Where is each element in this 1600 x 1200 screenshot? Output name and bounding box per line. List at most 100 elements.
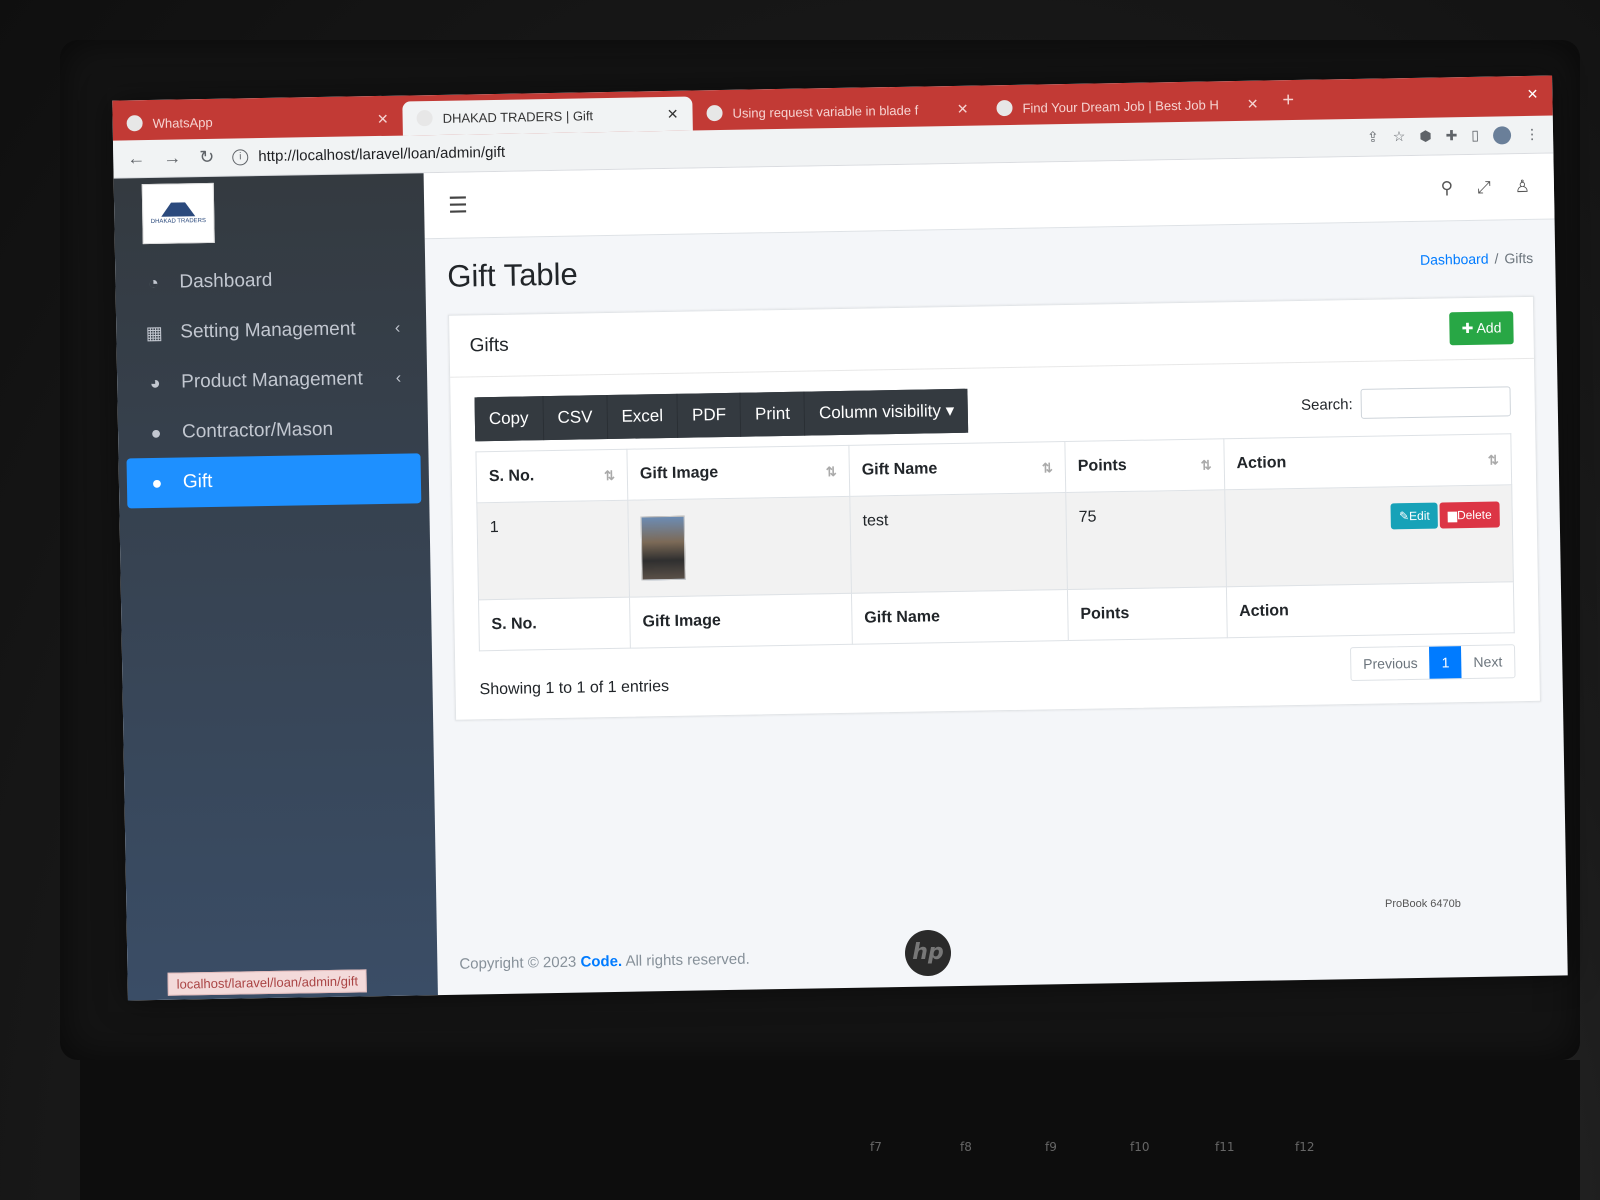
sidebar-item-label: Setting Management (180, 318, 356, 343)
window-close-icon[interactable]: ✕ (1526, 86, 1538, 103)
extension-icon[interactable]: ⬢ (1419, 127, 1432, 145)
f11-key: f11 (1215, 1140, 1235, 1154)
expand-icon[interactable]: ⤢ (1477, 177, 1491, 197)
column-header-points[interactable]: Points ⇅ (1064, 438, 1225, 493)
close-icon[interactable]: ✕ (667, 105, 679, 122)
brand-logo[interactable]: DHAKAD TRADERS (141, 182, 215, 245)
breadcrumb-current: Gifts (1504, 249, 1534, 267)
reload-icon[interactable]: ↻ (199, 147, 214, 168)
browser-tab[interactable]: Using request variable in blade f ✕ (692, 91, 983, 130)
column-header-label: Points (1077, 456, 1127, 475)
hp-logo: hp (905, 930, 951, 976)
excel-button[interactable]: Excel (607, 393, 679, 440)
user-icon: ● (150, 422, 162, 443)
sort-icon: ⇅ (1200, 457, 1212, 473)
cell-sno: 1 (476, 500, 630, 600)
copy-button[interactable]: Copy (474, 396, 544, 442)
sidebar-item-label: Contractor/Mason (181, 418, 334, 443)
brand: DHAKAD TRADERS (114, 173, 425, 248)
sidebar: DHAKAD TRADERS ◔ Dashboard ▦ Setting Man… (113, 173, 438, 1001)
whatsapp-icon (126, 115, 143, 132)
column-header-label: Gift Name (861, 460, 938, 479)
sidebar-item-dashboard[interactable]: ◔ Dashboard (123, 253, 418, 308)
close-icon[interactable]: ✕ (1247, 95, 1259, 112)
chevron-left-icon: ‹ (394, 319, 401, 337)
forward-arrow-icon[interactable]: → (163, 147, 181, 168)
admin-app: DHAKAD TRADERS ◔ Dashboard ▦ Setting Man… (113, 153, 1568, 1001)
add-button-label: Add (1476, 319, 1502, 336)
close-icon[interactable]: ✕ (377, 110, 389, 127)
delete-label: Delete (1456, 507, 1492, 523)
pagination-next[interactable]: Next (1461, 645, 1514, 678)
footer-header-sno: S. No. (478, 597, 631, 651)
f8-key: f8 (960, 1140, 972, 1154)
column-header-label: Gift Image (639, 464, 719, 483)
puzzle-icon[interactable]: ✚ (1445, 127, 1457, 145)
column-header-sno[interactable]: S. No. ⇅ (475, 449, 628, 503)
browser-tab-active[interactable]: DHAKAD TRADERS | Gift ✕ (402, 96, 693, 136)
breadcrumb-dashboard-link[interactable]: Dashboard (1420, 251, 1489, 268)
cell-gift-image (627, 496, 852, 598)
table-info: Showing 1 to 1 of 1 entries (479, 678, 670, 699)
topnav-spacer (468, 188, 1417, 205)
column-visibility-button[interactable]: Column visibility ▾ (804, 388, 969, 436)
sidebar-item-label: Product Management (180, 368, 364, 393)
pdf-button[interactable]: PDF (677, 392, 742, 438)
export-button-group: Copy CSV Excel PDF Print Column visibili… (474, 388, 969, 442)
pagination-page[interactable]: 1 (1429, 646, 1462, 679)
sidebar-item-product-management[interactable]: ◕ Product Management ‹ (125, 353, 420, 408)
add-gift-button[interactable]: ✚ Add (1449, 311, 1514, 346)
delete-button[interactable]: ▆Delete (1439, 501, 1500, 529)
search-icon[interactable]: ⚲ (1440, 178, 1453, 198)
sort-icon: ⇅ (603, 467, 616, 484)
gift-thumbnail-image[interactable] (640, 515, 686, 581)
hamburger-menu-icon[interactable]: ☰ (448, 192, 468, 218)
kebab-menu-icon[interactable]: ⋮ (1525, 125, 1539, 143)
pagination-previous[interactable]: Previous (1351, 647, 1430, 680)
footer-header-points: Points (1067, 586, 1228, 641)
copyright-suffix: All rights reserved. (625, 950, 750, 970)
grid-icon: ▦ (145, 322, 163, 343)
csv-button[interactable]: CSV (543, 395, 608, 441)
extension-toolbar: ⇪ ☆ ⬢ ✚ ▯ ⋮ (1367, 125, 1539, 146)
browser-tab[interactable]: Find Your Dream Job | Best Job H ✕ (982, 86, 1273, 125)
sidebar-item-contractor-mason[interactable]: ● Contractor/Mason (126, 403, 421, 458)
sort-icon: ⇅ (1487, 452, 1499, 468)
main-content: ☰ ⚲ ⤢ ♙ Gift Table Dashboard / Gifts Gif… (423, 153, 1568, 995)
bookmark-star-icon[interactable]: ☆ (1393, 128, 1406, 146)
column-header-label: S. No. (488, 467, 535, 486)
profile-avatar[interactable] (1492, 125, 1512, 145)
back-arrow-icon[interactable]: ← (127, 148, 145, 169)
sort-icon: ⇅ (1041, 460, 1053, 476)
search-input[interactable] (1360, 386, 1511, 419)
breadcrumb-separator: / (1494, 250, 1499, 267)
datatable-toolbar: Copy CSV Excel PDF Print Column visibili… (474, 379, 1511, 442)
sidebar-item-gift[interactable]: ● Gift (126, 453, 422, 509)
f9-key: f9 (1045, 1140, 1057, 1154)
print-button[interactable]: Print (740, 391, 806, 437)
search-label: Search: (1300, 395, 1353, 414)
close-icon[interactable]: ✕ (957, 100, 969, 117)
column-header-gift-name[interactable]: Gift Name ⇅ (848, 441, 1066, 497)
browser-tab[interactable]: WhatsApp ✕ (112, 102, 403, 141)
search-group: Search: (1301, 386, 1511, 420)
column-header-gift-image[interactable]: Gift Image ⇅ (627, 445, 850, 501)
footer-brand-link[interactable]: Code. (580, 953, 622, 971)
tachometer-icon: ◔ (147, 272, 160, 293)
url-text[interactable]: http://localhost/laravel/loan/admin/gift (258, 144, 505, 165)
column-header-action[interactable]: Action ⇅ (1223, 433, 1512, 490)
f12-key: f12 (1295, 1140, 1315, 1154)
edit-button[interactable]: ✎Edit (1390, 502, 1439, 530)
tab-title: Find Your Dream Job | Best Job H (1022, 96, 1219, 116)
tab-title: DHAKAD TRADERS | Gift (442, 107, 594, 126)
caret-down-icon: ▾ (945, 400, 955, 421)
new-tab-button[interactable]: + (1272, 89, 1304, 121)
cell-action: ✎Edit ▆Delete (1224, 484, 1514, 587)
share-icon[interactable]: ⇪ (1367, 128, 1379, 146)
pie-chart-icon: ◕ (149, 372, 161, 393)
gifts-card: Gifts ✚ Add Copy CSV Excel PDF Print Col (448, 295, 1541, 721)
sidepanel-icon[interactable]: ▯ (1471, 126, 1479, 144)
info-icon[interactable]: i (232, 148, 249, 166)
sidebar-item-setting-management[interactable]: ▦ Setting Management ‹ (124, 303, 419, 358)
user-icon[interactable]: ♙ (1515, 176, 1531, 196)
